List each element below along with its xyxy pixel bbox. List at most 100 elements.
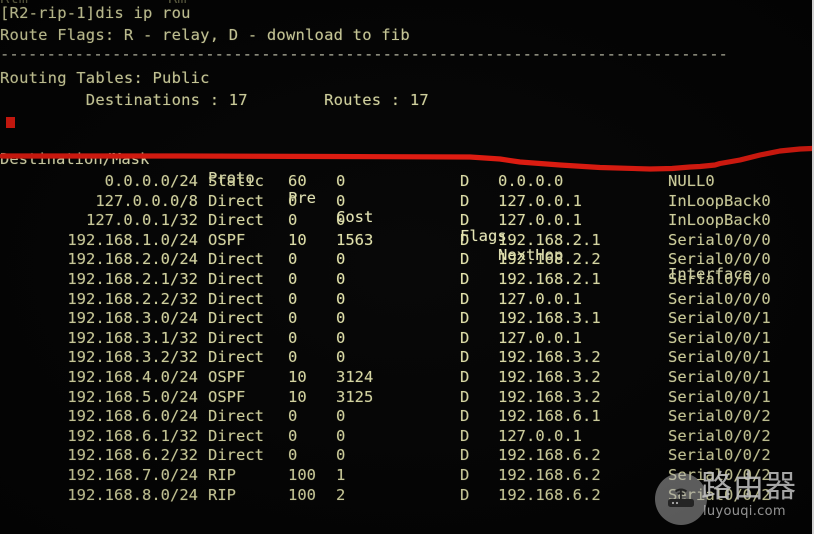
cell-pre: 0 xyxy=(288,446,298,465)
cell-pre: 10 xyxy=(288,387,307,406)
cell-interface: Serial0/0/0 xyxy=(668,270,771,288)
command-prompt-line: [R2-rip-1]dis ip rou xyxy=(0,4,191,22)
cell-flags: D xyxy=(460,485,470,504)
cell-destination-mask: 127.0.0.1/32 xyxy=(86,211,198,230)
cell-cost: 0 xyxy=(336,270,346,288)
cell-pre: 0 xyxy=(288,191,298,210)
cell-nexthop: 127.0.0.1 xyxy=(498,328,582,347)
cell-cost: 0 xyxy=(336,309,346,328)
cell-interface: Serial0/0/2 xyxy=(668,466,771,484)
cell-nexthop: 127.0.0.1 xyxy=(498,211,582,230)
cell-flags: D xyxy=(460,407,470,426)
cell-pre: 0 xyxy=(288,211,298,230)
cell-flags: D xyxy=(460,270,470,288)
cell-proto: Direct xyxy=(208,309,264,328)
cell-cost: 0 xyxy=(336,328,346,347)
cell-flags: D xyxy=(460,191,470,210)
cell-flags: D xyxy=(460,250,470,269)
cell-nexthop: 192.168.3.1 xyxy=(498,309,601,328)
cell-nexthop: 0.0.0.0 xyxy=(498,172,564,190)
cell-flags: D xyxy=(460,230,470,249)
cell-cost: 0 xyxy=(336,426,346,445)
table-row: 192.168.4.0/24 OSPF 10 3124 D 192.168.3.2 Seri… xyxy=(0,368,812,387)
cell-interface: Serial0/0/1 xyxy=(668,387,771,406)
table-row: 192.168.2.2/32 Direct 0 0 D 127.0.0.1 Serial0/… xyxy=(0,289,812,309)
cell-destination-mask: 192.168.8.0/24 xyxy=(67,485,198,504)
cell-interface: InLoopBack0 xyxy=(668,191,771,210)
cell-nexthop: 127.0.0.1 xyxy=(498,191,582,210)
cell-destination-mask: 0.0.0.0/24 xyxy=(104,172,198,190)
cell-interface: Serial0/0/1 xyxy=(668,328,771,347)
table-row: 192.168.7.0/24 RIP 100 1 D 192.168.6.2 Serial0… xyxy=(0,466,812,485)
cell-destination-mask: 192.168.1.0/24 xyxy=(67,230,198,249)
cell-nexthop: 127.0.0.1 xyxy=(498,289,582,308)
cell-destination-mask: 192.168.6.2/32 xyxy=(67,446,198,465)
cell-destination-mask: 192.168.3.1/32 xyxy=(67,328,198,347)
cell-flags: D xyxy=(460,211,470,230)
cell-pre: 0 xyxy=(288,407,298,426)
cell-cost: 1563 xyxy=(336,230,374,249)
table-row: 127.0.0.0/8 Direct 0 0 D 127.0.0.1 InLoopBack0 xyxy=(0,191,812,211)
cell-cost: 0 xyxy=(336,211,346,230)
cell-proto: Direct xyxy=(208,250,264,269)
cell-interface: Serial0/0/0 xyxy=(668,289,771,308)
table-row: 192.168.5.0/24 OSPF 10 3125 D 192.168.3.2 Seri… xyxy=(0,387,812,407)
cell-cost: 0 xyxy=(336,191,346,210)
cell-proto: Direct xyxy=(208,289,264,308)
cell-interface: Serial0/0/1 xyxy=(668,368,771,386)
cell-cost: 0 xyxy=(336,250,346,269)
watermark-url: luyouqi.com xyxy=(703,504,786,519)
cell-flags: D xyxy=(460,348,470,367)
table-row: 192.168.3.2/32 Direct 0 0 D 192.168.3.2 Serial… xyxy=(0,348,812,367)
cell-proto: Direct xyxy=(208,348,264,367)
ascii-separator-rule: ----------------------------------------… xyxy=(0,45,728,63)
cell-flags: D xyxy=(460,466,470,484)
cell-interface: Serial0/0/2 xyxy=(668,446,771,465)
cell-flags: D xyxy=(460,387,470,406)
cell-pre: 10 xyxy=(288,230,307,249)
cell-pre: 0 xyxy=(288,348,298,367)
cell-nexthop: 192.168.3.2 xyxy=(498,348,601,367)
table-row: 192.168.8.0/24 RIP 100 2 D 192.168.6.2 Serial0… xyxy=(0,485,812,505)
cell-flags: D xyxy=(460,328,470,347)
cell-destination-mask: 192.168.2.0/24 xyxy=(67,250,198,269)
table-row: 192.168.2.1/32 Direct 0 0 D 192.168.2.1 Serial… xyxy=(0,270,812,289)
table-row: 0.0.0.0/24 Static 60 0 D 0.0.0.0 NULL0 xyxy=(0,172,812,191)
table-row: 192.168.2.0/24 Direct 0 0 D 192.168.2.2 Serial… xyxy=(0,250,812,269)
cell-nexthop: 192.168.2.2 xyxy=(498,250,601,269)
cell-pre: 100 xyxy=(288,485,316,504)
cell-flags: D xyxy=(460,368,470,386)
cell-pre: 60 xyxy=(288,172,307,190)
cell-cost: 0 xyxy=(336,172,346,190)
destinations-routes-counts: Destinations : 17 Routes : 17 xyxy=(0,91,429,109)
table-row: 192.168.6.1/32 Direct 0 0 D 127.0.0.1 Serial0/… xyxy=(0,426,812,446)
cell-interface: NULL0 xyxy=(668,172,715,190)
cell-pre: 0 xyxy=(288,309,298,328)
cell-interface: Serial0/0/0 xyxy=(668,230,771,249)
cell-flags: D xyxy=(460,309,470,328)
cell-proto: Direct xyxy=(208,270,264,288)
cell-interface: Serial0/0/0 xyxy=(668,250,771,269)
cell-nexthop: 192.168.6.2 xyxy=(498,485,601,504)
cell-cost: 0 xyxy=(336,407,346,426)
cell-destination-mask: 192.168.6.1/32 xyxy=(67,426,198,445)
cell-interface: Serial0/0/2 xyxy=(668,485,771,504)
cell-destination-mask: 192.168.5.0/24 xyxy=(67,387,198,406)
cell-proto: Direct xyxy=(208,446,264,465)
cell-nexthop: 192.168.3.2 xyxy=(498,387,601,406)
cell-nexthop: 192.168.6.2 xyxy=(498,446,601,465)
cell-nexthop: 192.168.6.1 xyxy=(498,407,601,426)
cell-proto: OSPF xyxy=(208,368,246,386)
cell-interface: Serial0/0/2 xyxy=(668,426,771,445)
cell-proto: Direct xyxy=(208,191,264,210)
cell-cost: 1 xyxy=(336,466,346,484)
cell-flags: D xyxy=(460,289,470,308)
cell-nexthop: 192.168.2.1 xyxy=(498,270,601,288)
table-row: 192.168.3.0/24 Direct 0 0 D 192.168.3.1 Serial… xyxy=(0,309,812,328)
cell-proto: Direct xyxy=(208,407,264,426)
cell-destination-mask: 192.168.2.2/32 xyxy=(67,289,198,308)
cell-cost: 0 xyxy=(336,348,346,367)
cell-destination-mask: 192.168.4.0/24 xyxy=(67,368,198,386)
cell-interface: InLoopBack0 xyxy=(668,211,771,230)
cell-cost: 3124 xyxy=(336,368,374,386)
